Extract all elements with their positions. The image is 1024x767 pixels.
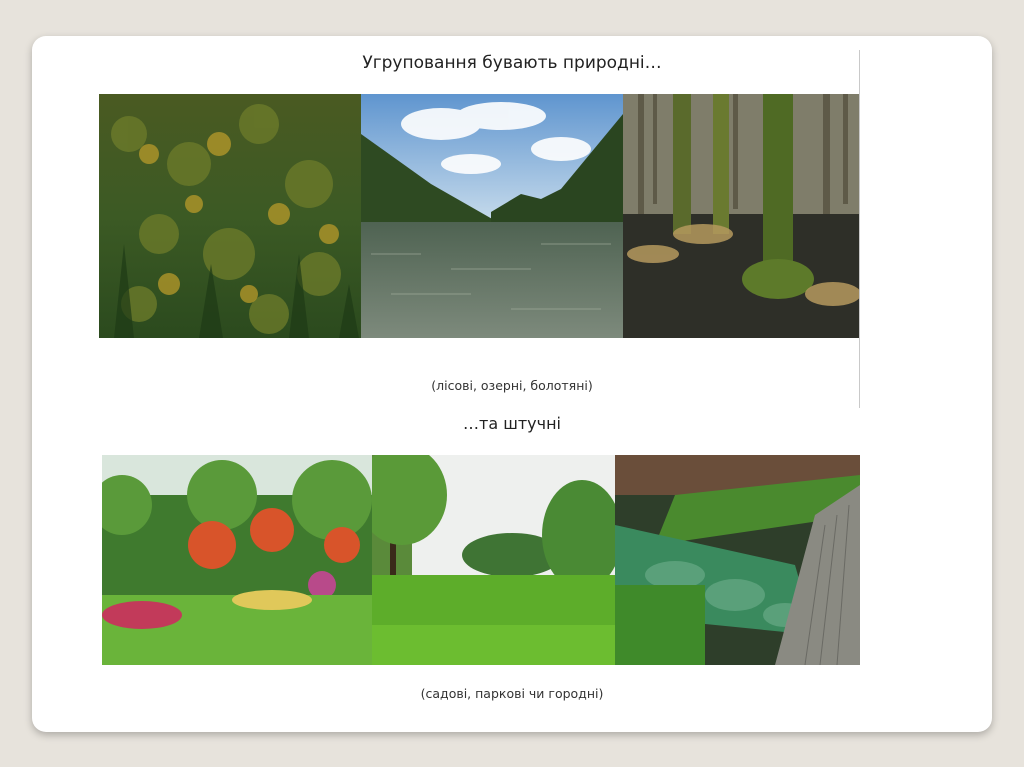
artificial-title: …та штучні <box>463 414 561 433</box>
forest-photo <box>99 94 361 338</box>
swamp-photo <box>623 94 859 338</box>
park-photo <box>372 455 615 665</box>
natural-title: Угруповання бувають природні… <box>362 53 662 73</box>
lake-photo <box>361 94 623 338</box>
natural-caption: (лісові, озерні, болотяні) <box>431 378 593 393</box>
divider-line <box>859 50 860 408</box>
artificial-caption: (садові, паркові чи городні) <box>420 686 604 701</box>
vegetable-beds-photo <box>615 455 860 665</box>
slide-card: Угруповання бувають природні… (лісові, о… <box>32 36 992 732</box>
garden-photo <box>102 455 372 665</box>
